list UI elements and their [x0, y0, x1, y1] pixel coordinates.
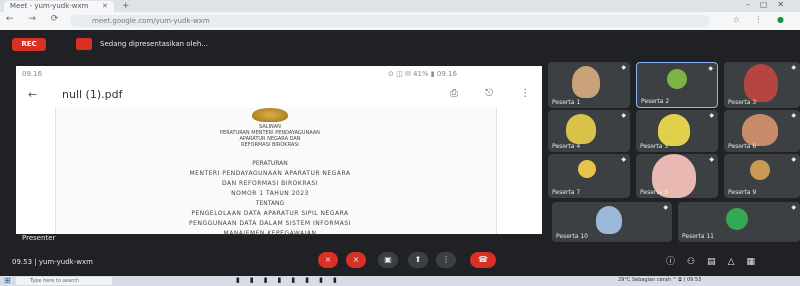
doc-line: PENGELOLAAN DATA APARATUR SIPIL NEGARA [191, 210, 349, 217]
participant-tile[interactable]: ◆ Peserta 6 [724, 110, 800, 152]
participant-avatar [726, 208, 748, 230]
leave-call-button[interactable]: ☎ [470, 252, 496, 268]
participant-name: Peserta 10 [556, 233, 588, 240]
participant-tile[interactable]: ◆ Peserta 1 [548, 62, 630, 108]
participant-name: Peserta 5 [640, 143, 669, 150]
participant-video [572, 66, 600, 98]
pin-icon[interactable]: ◆ [791, 112, 796, 119]
participant-tile[interactable]: ◆ Peserta 4 [548, 110, 630, 152]
window-controls[interactable]: –▢✕ [746, 0, 794, 9]
participant-name: Peserta 8 [640, 189, 669, 196]
participant-video [566, 114, 596, 144]
participant-name: Peserta 3 [728, 99, 757, 106]
participant-name: Peserta 11 [682, 233, 714, 240]
participant-name: Peserta 2 [641, 98, 670, 105]
participant-avatar [750, 160, 770, 180]
garuda-emblem [252, 108, 288, 122]
participant-avatar [667, 69, 687, 89]
participant-name: Peserta 1 [552, 99, 581, 106]
doc-line: MENTERI PENDAYAGUNAAN APARATUR NEGARA [189, 170, 351, 177]
participant-tile[interactable]: ◆ Peserta 11 [678, 202, 800, 242]
system-tray: 29°C Sebagian cerah ^ ⧉ ) 09.53 [618, 277, 702, 283]
participant-tile[interactable]: ◆ Peserta 3 [724, 62, 800, 108]
participant-tile[interactable]: ◆ Peserta 5 [636, 110, 718, 152]
navigation-buttons[interactable]: ← → ⟳ [6, 14, 64, 24]
pin-icon[interactable]: ◆ [621, 64, 626, 71]
taskbar-search[interactable]: Type here to search [16, 277, 112, 285]
pin-icon[interactable]: ◆ [621, 112, 626, 119]
meeting-tools[interactable]: ⓘ⚇▤△▦ [666, 254, 767, 267]
doc-line: NOMOR 1 TAHUN 2023 [231, 190, 309, 197]
participant-tile[interactable]: ◆ Peserta 9 [724, 154, 800, 198]
pin-icon[interactable]: ◆ [709, 156, 714, 163]
participant-tile[interactable]: ◆ Peserta 7 [548, 154, 630, 198]
pin-icon[interactable]: ◆ [708, 65, 713, 72]
pin-icon[interactable]: ◆ [791, 204, 796, 211]
more-options-button[interactable]: ⋮ [436, 252, 456, 268]
captions-button[interactable]: ▣ [378, 252, 398, 268]
taskbar-app-icons[interactable]: ▮▮▮▮▮▮▮▮ [236, 276, 347, 284]
url-field[interactable]: meet.google.com/yum-yudk-wxm [70, 15, 710, 27]
participant-name: Peserta 6 [728, 143, 757, 150]
doc-line: DAN REFORMASI BIROKRASI [222, 180, 318, 187]
participant-tile[interactable]: ◆ Peserta 10 [552, 202, 672, 242]
doc-line: TENTANG [255, 200, 285, 207]
browser-tab[interactable]: Meet - yum-yudk-wxm [4, 1, 114, 12]
participant-name: Peserta 7 [552, 189, 581, 196]
document-filename: null (1).pdf [62, 88, 123, 101]
browser-tab-bar [0, 0, 800, 12]
doc-status-right: ⊙ ◫ ✉ 41% ▮ 09.16 [388, 70, 457, 78]
browser-extension-icons[interactable]: ☆ ⋮ ● [733, 15, 790, 24]
pin-icon[interactable]: ◆ [621, 156, 626, 163]
doc-line: PERATURAN [252, 160, 288, 167]
pin-icon[interactable]: ◆ [663, 204, 668, 211]
participant-tile[interactable]: ◆ Peserta 2 [636, 62, 718, 108]
doc-status-left: 09.16 [22, 70, 43, 78]
participant-video [744, 64, 778, 102]
participant-name: Peserta 4 [552, 143, 581, 150]
new-tab-icon[interactable]: + [122, 1, 130, 11]
doc-line: REFORMASI BIROKRASI [241, 142, 299, 148]
document-actions[interactable]: ⎙ ⎋ ⋮ [450, 88, 542, 99]
participant-video [658, 114, 690, 146]
participant-avatar [578, 160, 596, 178]
pin-icon[interactable]: ◆ [709, 112, 714, 119]
doc-line: MANAJEMEN KEPEGAWAIAN [223, 230, 317, 237]
doc-line: PENGGUNAAN DATA DALAM SISTEM INFORMASI [189, 220, 351, 227]
meeting-time-code: 09.53 | yum-yudk-wxm [12, 258, 93, 266]
profile-icon[interactable]: ● [777, 15, 790, 24]
participant-video [742, 114, 778, 146]
present-now-button[interactable]: ⬆ [408, 252, 428, 268]
present-screen-icon [76, 38, 92, 50]
pin-icon[interactable]: ◆ [791, 64, 796, 71]
participant-tile[interactable]: ◆ Peserta 8 [636, 154, 718, 198]
camera-off-button[interactable]: ⨯ [346, 252, 366, 268]
participant-name: Peserta 9 [728, 189, 757, 196]
back-arrow-icon[interactable]: ← [28, 88, 37, 101]
tab-close-icon[interactable]: ✕ [102, 2, 108, 10]
presenter-name: Presenter [22, 234, 56, 242]
recording-badge: REC [12, 38, 46, 51]
participant-video [596, 206, 622, 234]
mic-off-button[interactable]: ⨯ [318, 252, 338, 268]
presenting-banner: Sedang dipresentasikan oleh... [100, 40, 208, 48]
pin-icon[interactable]: ◆ [791, 156, 796, 163]
start-icon[interactable]: ⊞ [4, 276, 11, 285]
